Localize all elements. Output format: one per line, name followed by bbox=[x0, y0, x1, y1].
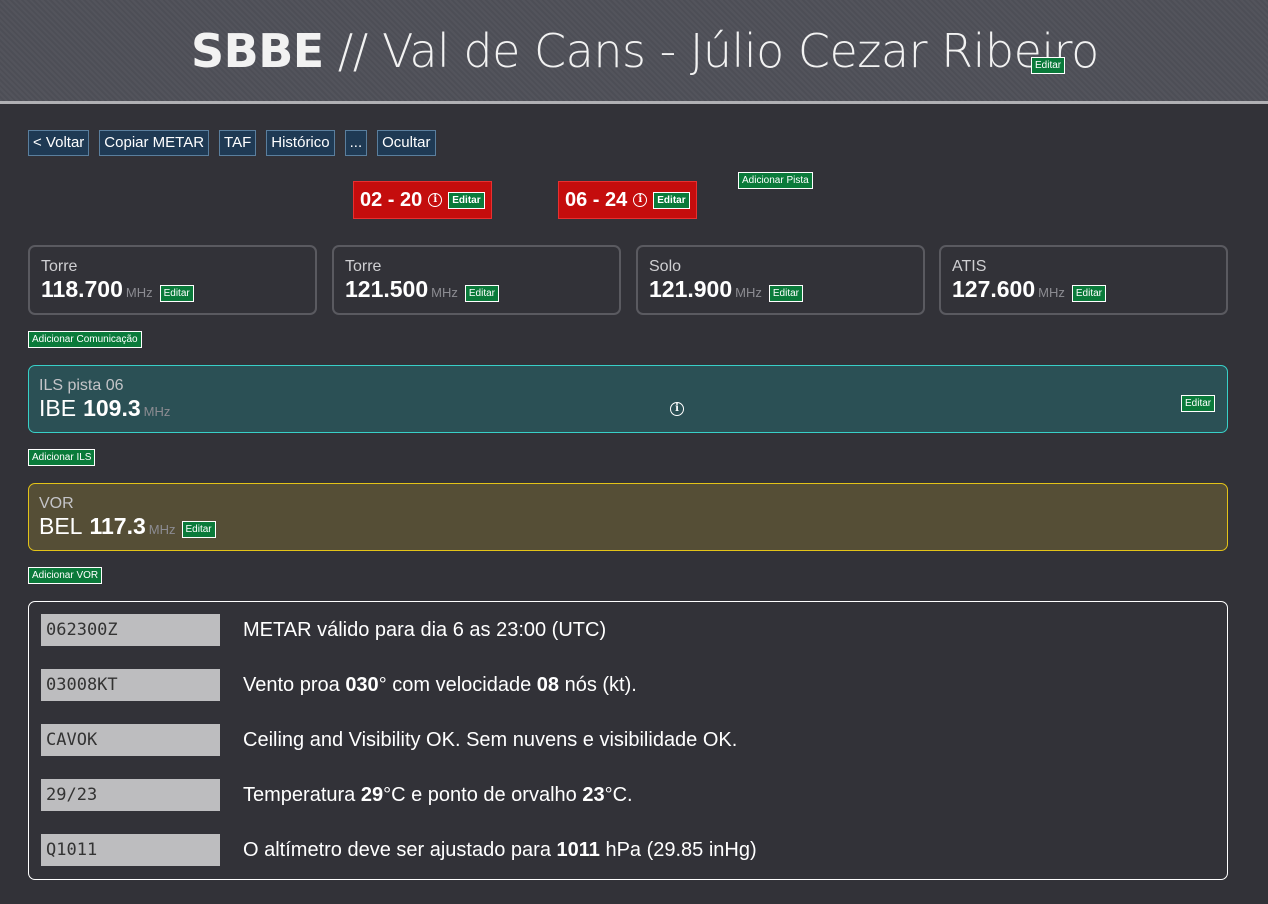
runway-badge: 02 - 20 i Editar bbox=[353, 181, 492, 219]
runway-name: 02 - 20 bbox=[360, 188, 423, 211]
info-icon[interactable]: i bbox=[670, 402, 684, 416]
vor-card: VOR BEL 117.3 MHz Editar bbox=[28, 483, 1228, 551]
ils-ident: IBE bbox=[39, 395, 77, 421]
frequency-unit: MHz bbox=[1038, 285, 1065, 300]
title-separator: // bbox=[323, 24, 382, 78]
toolbar: < Voltar Copiar METAR TAF Histórico ... … bbox=[28, 130, 436, 156]
back-button[interactable]: < Voltar bbox=[28, 130, 90, 156]
runway-badge: 06 - 24 i Editar bbox=[558, 181, 697, 219]
history-button[interactable]: Histórico bbox=[266, 130, 335, 156]
comm-frequency: 121.500 bbox=[345, 276, 429, 302]
vor-frequency: 117.3 bbox=[89, 513, 146, 539]
metar-row: 29/23 Temperatura 29°C e ponto de orvalh… bbox=[41, 779, 633, 811]
vor-ident: BEL bbox=[39, 513, 83, 539]
edit-airport-button[interactable]: Editar bbox=[1031, 57, 1066, 74]
metar-row: Q1011 O altímetro deve ser ajustado para… bbox=[41, 834, 757, 866]
metar-row: CAVOK Ceiling and Visibility OK. Sem nuv… bbox=[41, 724, 737, 756]
edit-comm-button[interactable]: Editar bbox=[768, 285, 803, 302]
metar-row: 062300Z METAR válido para dia 6 as 23:00… bbox=[41, 614, 606, 646]
hide-button[interactable]: Ocultar bbox=[377, 130, 436, 156]
edit-runway-button[interactable]: Editar bbox=[653, 191, 690, 209]
info-icon[interactable]: i bbox=[633, 193, 648, 207]
metar-code: Q1011 bbox=[41, 834, 220, 866]
metar-description: METAR válido para dia 6 as 23:00 (UTC) bbox=[243, 618, 607, 641]
frequency-unit: MHz bbox=[431, 285, 458, 300]
metar-description: Temperatura 29°C e ponto de orvalho 23°C… bbox=[243, 783, 633, 806]
ils-name: ILS pista 06 bbox=[39, 377, 124, 394]
comm-card: Solo 121.900 MHz Editar bbox=[636, 245, 925, 315]
comm-card: Torre 118.700 MHz Editar bbox=[28, 245, 317, 315]
metar-description: Ceiling and Visibility OK. Sem nuvens e … bbox=[243, 728, 738, 751]
comm-name: ATIS bbox=[952, 258, 987, 275]
edit-vor-button[interactable]: Editar bbox=[181, 521, 216, 538]
frequency-unit: MHz bbox=[148, 522, 176, 537]
edit-comm-button[interactable]: Editar bbox=[159, 285, 194, 302]
metar-code: CAVOK bbox=[41, 724, 220, 756]
metar-code: 29/23 bbox=[41, 779, 220, 811]
page-header: SBBE // Val de Cans - Júlio Cezar Ribeir… bbox=[0, 0, 1268, 104]
frequency-unit: MHz bbox=[735, 285, 762, 300]
ils-frequency: 109.3 bbox=[83, 395, 141, 421]
comm-frequency: 127.600 bbox=[952, 276, 1036, 302]
edit-ils-button[interactable]: Editar bbox=[1181, 395, 1216, 412]
info-icon[interactable]: i bbox=[428, 193, 443, 207]
copy-metar-button[interactable]: Copiar METAR bbox=[99, 130, 210, 156]
runway-name: 06 - 24 bbox=[565, 188, 628, 211]
add-ils-button[interactable]: Adicionar ILS bbox=[28, 449, 96, 466]
page-title: SBBE // Val de Cans - Júlio Cezar Ribeir… bbox=[191, 24, 1099, 78]
metar-description: Vento proa 030° com velocidade 08 nós (k… bbox=[243, 673, 637, 696]
metar-code: 03008KT bbox=[41, 669, 220, 701]
comm-card: Torre 121.500 MHz Editar bbox=[332, 245, 621, 315]
comm-frequency: 118.700 bbox=[41, 276, 123, 302]
vor-name: VOR bbox=[39, 495, 74, 512]
taf-button[interactable]: TAF bbox=[219, 130, 257, 156]
add-vor-button[interactable]: Adicionar VOR bbox=[28, 567, 103, 584]
more-button[interactable]: ... bbox=[344, 130, 368, 156]
comm-card: ATIS 127.600 MHz Editar bbox=[939, 245, 1228, 315]
comm-name: Torre bbox=[345, 258, 382, 275]
add-communication-button[interactable]: Adicionar Comunicação bbox=[28, 331, 142, 348]
metar-description: O altímetro deve ser ajustado para 1011 … bbox=[243, 838, 757, 861]
ils-card: ILS pista 06 IBE 109.3 MHz i Editar bbox=[28, 365, 1228, 433]
comm-name: Torre bbox=[41, 258, 78, 275]
airport-icao: SBBE bbox=[191, 24, 324, 78]
edit-runway-button[interactable]: Editar bbox=[448, 191, 485, 209]
metar-row: 03008KT Vento proa 030° com velocidade 0… bbox=[41, 669, 637, 701]
add-runway-button[interactable]: Adicionar Pista bbox=[738, 172, 813, 189]
edit-comm-button[interactable]: Editar bbox=[464, 285, 499, 302]
comm-frequency: 121.900 bbox=[649, 276, 733, 302]
frequency-unit: MHz bbox=[143, 404, 171, 419]
comm-name: Solo bbox=[649, 258, 682, 275]
frequency-unit: MHz bbox=[125, 285, 153, 300]
metar-decoded-panel: 062300Z METAR válido para dia 6 as 23:00… bbox=[28, 601, 1228, 880]
airport-name: Val de Cans - Júlio Cezar Ribeiro bbox=[381, 24, 1099, 78]
metar-code: 062300Z bbox=[41, 614, 220, 646]
edit-comm-button[interactable]: Editar bbox=[1071, 285, 1106, 302]
